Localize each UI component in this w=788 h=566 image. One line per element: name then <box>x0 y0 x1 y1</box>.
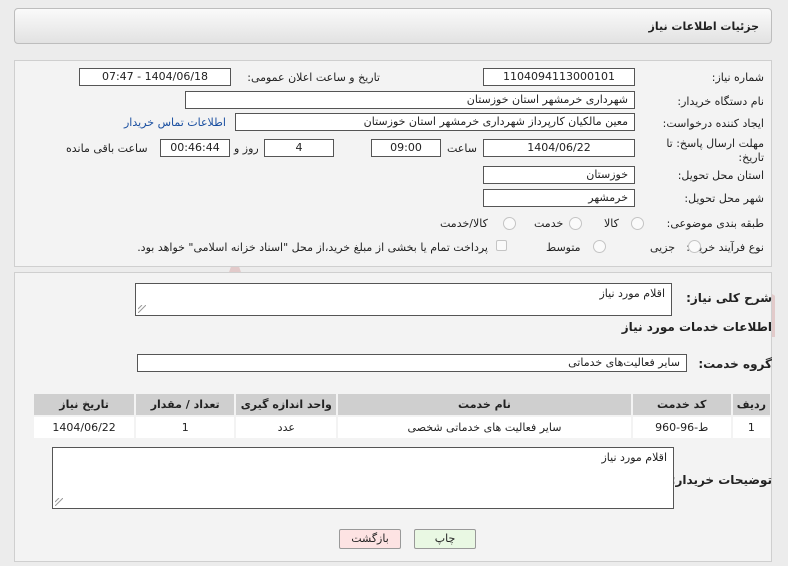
service-group-field[interactable]: سایر فعالیت‌های خدماتی <box>137 354 687 372</box>
buyer-notes-label: توضیحات خریدار: <box>670 473 772 487</box>
table-row[interactable]: 1 ط-96-960 سایر فعالیت های خدماتی شخصی ع… <box>34 417 770 438</box>
need-number-label: شماره نیاز: <box>711 71 764 84</box>
table-header-row: ردیف کد خدمت نام خدمت واحد اندازه گیری ت… <box>34 394 770 415</box>
process-option-minor: جزیی <box>650 241 676 254</box>
resize-grip-icon[interactable] <box>138 305 146 313</box>
col-header-row-number: ردیف <box>732 394 770 415</box>
summary-text: اقلام مورد نیاز <box>599 287 665 300</box>
cell-unit: عدد <box>236 417 337 438</box>
process-option-medium: متوسط <box>546 241 581 254</box>
treasury-payment-note: پرداخت تمام یا بخشی از مبلغ خرید،از محل … <box>137 241 488 254</box>
deadline-date-field[interactable]: 1404/06/22 <box>483 139 635 157</box>
page-title: جزئیات اطلاعات نیاز <box>648 20 760 33</box>
cell-service-code: ط-96-960 <box>632 417 731 438</box>
col-header-quantity: تعداد / مقدار <box>136 394 235 415</box>
header-bar: جزئیات اطلاعات نیاز <box>14 8 772 44</box>
category-radio-goods[interactable] <box>631 217 644 230</box>
col-header-service-code: کد خدمت <box>632 394 731 415</box>
days-field[interactable]: 4 <box>264 139 334 157</box>
time-label: ساعت <box>447 142 477 155</box>
category-radio-goods-service[interactable] <box>503 217 516 230</box>
process-radio-minor[interactable] <box>688 240 701 253</box>
treasury-payment-checkbox[interactable] <box>496 240 507 251</box>
buyer-org-label: نام دستگاه خریدار: <box>677 95 764 108</box>
process-radio-medium[interactable] <box>593 240 606 253</box>
service-group-label: گروه خدمت: <box>698 357 772 371</box>
city-label: شهر محل تحویل: <box>684 192 764 205</box>
days-label: روز و <box>234 142 259 155</box>
summary-textarea[interactable]: اقلام مورد نیاز <box>135 283 672 316</box>
category-option-service: خدمت <box>534 217 564 230</box>
category-option-goods: کالا <box>604 217 619 230</box>
category-label: طبقه بندی موضوعی: <box>666 217 764 230</box>
deadline-time-field[interactable]: 09:00 <box>371 139 441 157</box>
announce-date-label: تاریخ و ساعت اعلان عمومی: <box>247 71 380 84</box>
print-button[interactable]: چاپ <box>414 529 476 549</box>
services-table: ردیف کد خدمت نام خدمت واحد اندازه گیری ت… <box>32 392 772 440</box>
buyer-contact-link[interactable]: اطلاعات تماس خریدار <box>124 116 226 129</box>
city-field[interactable]: خرمشهر <box>483 189 635 207</box>
remaining-time-field[interactable]: 00:46:44 <box>160 139 230 157</box>
buyer-notes-textarea[interactable]: اقلام مورد نیاز <box>52 447 674 509</box>
summary-label: شرح کلی نیاز: <box>686 291 772 305</box>
remaining-label: ساعت باقی مانده <box>66 142 148 155</box>
col-header-unit: واحد اندازه گیری <box>236 394 337 415</box>
services-heading: اطلاعات خدمات مورد نیاز <box>621 320 772 334</box>
back-button[interactable]: بازگشت <box>339 529 401 549</box>
requester-field[interactable]: معین مالکیان کارپرداز شهرداری خرمشهر است… <box>235 113 635 131</box>
col-header-service-name: نام خدمت <box>338 394 631 415</box>
category-radio-service[interactable] <box>569 217 582 230</box>
need-number-field[interactable]: 1104094113000101 <box>483 68 635 86</box>
category-option-goods-service: کالا/خدمت <box>440 217 488 230</box>
cell-service-name: سایر فعالیت های خدماتی شخصی <box>338 417 631 438</box>
cell-quantity: 1 <box>136 417 235 438</box>
col-header-need-date: تاریخ نیاز <box>34 394 135 415</box>
requester-label: ایجاد کننده درخواست: <box>662 117 764 130</box>
announce-date-field[interactable]: 1404/06/18 - 07:47 <box>79 68 231 86</box>
province-label: استان محل تحویل: <box>677 169 764 182</box>
resize-grip-icon[interactable] <box>55 498 63 506</box>
buyer-notes-text: اقلام مورد نیاز <box>601 451 667 464</box>
buyer-org-field[interactable]: شهرداری خرمشهر استان خوزستان <box>185 91 635 109</box>
cell-row-number: 1 <box>732 417 770 438</box>
deadline-label: مهلت ارسال پاسخ: تا تاریخ: <box>666 137 764 164</box>
province-field[interactable]: خوزستان <box>483 166 635 184</box>
cell-need-date: 1404/06/22 <box>34 417 135 438</box>
